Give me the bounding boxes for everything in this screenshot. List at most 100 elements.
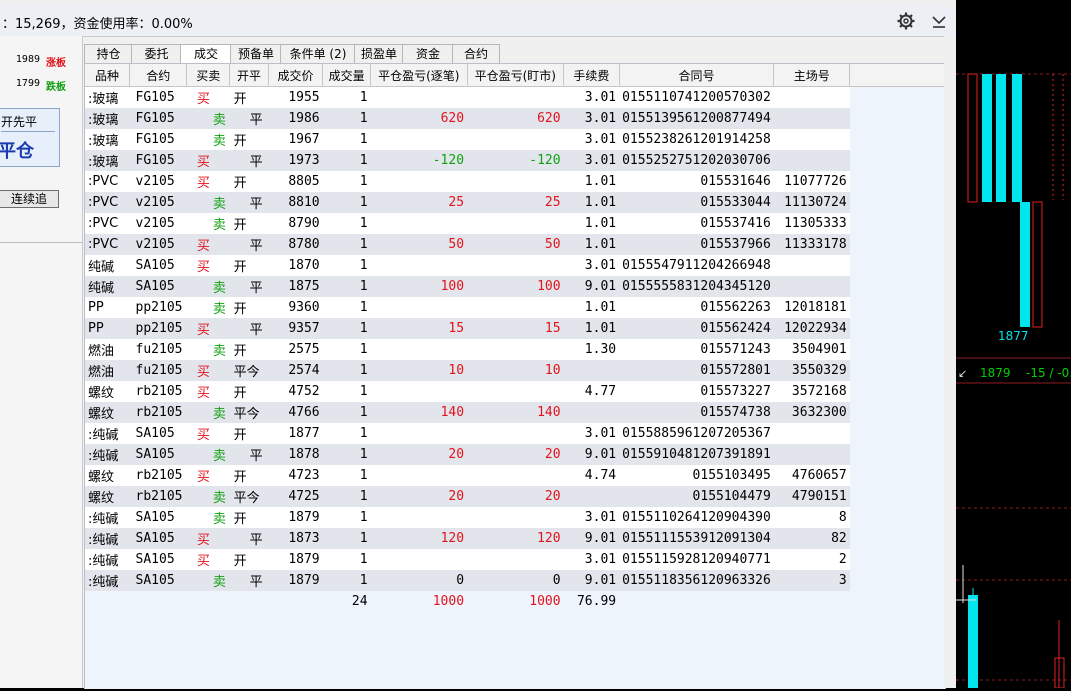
table-row[interactable]: 螺纹 rb2105 卖平今 4725 1 20 20 0155104479 4790151 xyxy=(85,486,945,507)
cell-pnl1: 15 xyxy=(370,318,468,339)
cell-contract: 0155238261201914258 xyxy=(619,129,774,150)
tab-6[interactable]: 资金 xyxy=(402,44,454,63)
cell-contract: 0155104479 xyxy=(619,486,774,507)
gear-icon[interactable] xyxy=(897,12,915,30)
column-header[interactable]: 品种 xyxy=(85,64,131,87)
cell-qty: 1 xyxy=(322,486,371,507)
table-row[interactable]: :PVC v2105 卖平 8810 1 25 25 1.01 015533044 1113072… xyxy=(85,192,945,213)
column-header[interactable]: 主场号 xyxy=(773,64,851,87)
cell-fee: 9.01 xyxy=(563,570,620,591)
table-row[interactable]: PP pp2105 卖开 9360 1 1.01 015562263 12018181 xyxy=(85,297,945,318)
cell-oc: 开 xyxy=(229,129,269,150)
cell-contract: 0155118356120963326 xyxy=(619,570,774,591)
row-filler xyxy=(849,150,945,171)
close-position-button[interactable]: 开先平 平仓 xyxy=(0,108,60,167)
table-row[interactable]: :玻璃 FG105 卖平 1986 1 620 620 3.01 015513956120087… xyxy=(85,108,945,129)
trade-panel: ：15,269，资金使用率：0.00% 1989 涨板 1799 跌板 开先平 xyxy=(0,0,956,689)
cell-fee: 3.01 xyxy=(563,423,620,444)
summary-empty xyxy=(268,591,323,612)
cell-price: 8810 xyxy=(268,192,323,213)
table-row[interactable]: :PVC v2105 买平 8780 1 50 50 1.01 015537966 1133317… xyxy=(85,234,945,255)
column-header[interactable]: 合同号 xyxy=(619,64,775,87)
continuous-chase-button[interactable]: 连续追 xyxy=(0,190,59,208)
column-header[interactable]: 成交量 xyxy=(322,64,372,87)
cell-name: :纯碱 xyxy=(85,423,130,444)
table-row[interactable]: :PVC v2105 买开 8805 1 1.01 015531646 11077726 xyxy=(85,171,945,192)
column-header[interactable]: 平仓盈亏(盯市) xyxy=(467,64,565,87)
table-row[interactable]: :纯碱 SA105 卖平 1878 1 20 20 9.01 01559104812073918… xyxy=(85,444,945,465)
cell-name: :PVC xyxy=(85,213,130,234)
close-position-label: 平仓 xyxy=(0,141,34,162)
table-row[interactable]: :纯碱 SA105 卖开 1879 1 3.01 0155110264120904390 8 xyxy=(85,507,945,528)
cell-qty: 1 xyxy=(322,192,371,213)
chevron-down-icon[interactable] xyxy=(930,12,948,30)
limit-down-value: 1799 xyxy=(15,78,40,89)
cell-exch xyxy=(773,255,850,276)
cell-code: rb2105 xyxy=(129,402,187,423)
cell-oc: 平 xyxy=(229,570,269,591)
cell-pnl1: 50 xyxy=(370,234,468,255)
cell-side: 买 xyxy=(186,381,230,402)
table-row[interactable]: :纯碱 SA105 买平 1873 1 120 120 9.01 015511155391209… xyxy=(85,528,945,549)
tab-1[interactable]: 委托 xyxy=(131,44,182,63)
cell-pnl1 xyxy=(370,171,468,192)
summary-qty: 24 xyxy=(322,591,371,612)
tab-2[interactable]: 成交 xyxy=(180,44,232,64)
trades-grid: 品种 合约 买卖 开平 成交价 成交量 平仓盈亏(逐笔) 平仓盈亏(盯市) 手续费 合同号 主场号 … xyxy=(85,64,945,612)
cell-side: 买 xyxy=(186,234,230,255)
table-row[interactable]: :玻璃 FG105 卖开 1967 1 3.01 0155238261201914258 xyxy=(85,129,945,150)
row-filler xyxy=(849,234,945,255)
cell-name: PP xyxy=(85,297,130,318)
column-header[interactable]: 买卖 xyxy=(186,64,231,87)
row-filler xyxy=(849,360,945,381)
column-header[interactable]: 合约 xyxy=(129,64,188,87)
cell-code: SA105 xyxy=(129,423,187,444)
row-filler xyxy=(849,297,945,318)
cell-name: :PVC xyxy=(85,171,130,192)
candlestick-chart[interactable]: 1877 ↙ 1879 -15 / -0. xyxy=(956,0,1071,689)
table-row[interactable]: :纯碱 SA105 卖平 1879 1 0 0 9.01 0155118356120963326… xyxy=(85,570,945,591)
cell-side: 卖 xyxy=(186,507,230,528)
cell-qty: 1 xyxy=(322,108,371,129)
summary-pnl2: 1000 xyxy=(467,591,564,612)
tab-7[interactable]: 合约 xyxy=(452,44,500,63)
row-filler xyxy=(849,276,945,297)
table-row[interactable]: :PVC v2105 卖开 8790 1 1.01 015537416 11305333 xyxy=(85,213,945,234)
cell-contract: 0155910481207391891 xyxy=(619,444,774,465)
row-filler xyxy=(849,444,945,465)
cell-pnl1: 620 xyxy=(370,108,468,129)
cell-price: 4725 xyxy=(268,486,323,507)
cell-name: :纯碱 xyxy=(85,507,130,528)
cell-name: 螺纹 xyxy=(85,486,130,507)
table-row[interactable]: :玻璃 FG105 买平 1973 1 -120 -120 3.01 0155252751202… xyxy=(85,150,945,171)
cell-contract: 015573227 xyxy=(619,381,774,402)
table-row[interactable]: 螺纹 rb2105 卖平今 4766 1 140 140 015574738 3632300 xyxy=(85,402,945,423)
column-header[interactable]: 手续费 xyxy=(563,64,620,87)
column-header[interactable]: 成交价 xyxy=(268,64,324,87)
cell-code: FG105 xyxy=(129,86,187,108)
table-row[interactable]: 螺纹 rb2105 买开 4752 1 4.77 015573227 3572168 xyxy=(85,381,945,402)
tab-0[interactable]: 持仓 xyxy=(84,44,133,63)
table-row[interactable]: 纯碱 SA105 买开 1870 1 3.01 0155547911204266948 xyxy=(85,255,945,276)
table-row[interactable]: 燃油 fu2105 买平今 2574 1 10 10 015572801 3550329 xyxy=(85,360,945,381)
column-header[interactable]: 平仓盈亏(逐笔) xyxy=(370,64,468,87)
table-row[interactable]: 螺纹 rb2105 买开 4723 1 4.74 0155103495 4760657 xyxy=(85,465,945,486)
cell-exch xyxy=(773,423,850,444)
chart-svg: 1877 ↙ 1879 -15 / -0. xyxy=(956,73,1071,689)
column-header[interactable]: 开平 xyxy=(229,64,269,87)
trades-table[interactable]: 品种 合约 买卖 开平 成交价 成交量 平仓盈亏(逐笔) 平仓盈亏(盯市) 手续费 合同号 主场号 … xyxy=(84,63,946,689)
table-row[interactable]: :玻璃 FG105 买开 1955 1 3.01 0155110741200570302 xyxy=(85,86,945,108)
table-row[interactable]: :纯碱 SA105 买开 1877 1 3.01 0155885961207205367 xyxy=(85,423,945,444)
cell-code: SA105 xyxy=(129,570,187,591)
cell-name: 螺纹 xyxy=(85,402,130,423)
cell-contract: 015571243 xyxy=(619,339,774,360)
table-row[interactable]: 纯碱 SA105 卖平 1875 1 100 100 9.01 0155555831204345… xyxy=(85,276,945,297)
tab-5[interactable]: 损盈单 xyxy=(354,44,404,63)
cell-oc: 平今 xyxy=(229,486,269,507)
tab-4[interactable]: 条件单 (2) xyxy=(280,44,356,63)
cell-code: rb2105 xyxy=(129,381,187,402)
table-row[interactable]: :纯碱 SA105 买开 1879 1 3.01 0155115928120940771 2 xyxy=(85,549,945,570)
tab-3[interactable]: 预备单 xyxy=(230,44,282,63)
table-row[interactable]: PP pp2105 买平 9357 1 15 15 1.01 015562424 12022934 xyxy=(85,318,945,339)
table-row[interactable]: 燃油 fu2105 卖开 2575 1 1.30 015571243 3504901 xyxy=(85,339,945,360)
